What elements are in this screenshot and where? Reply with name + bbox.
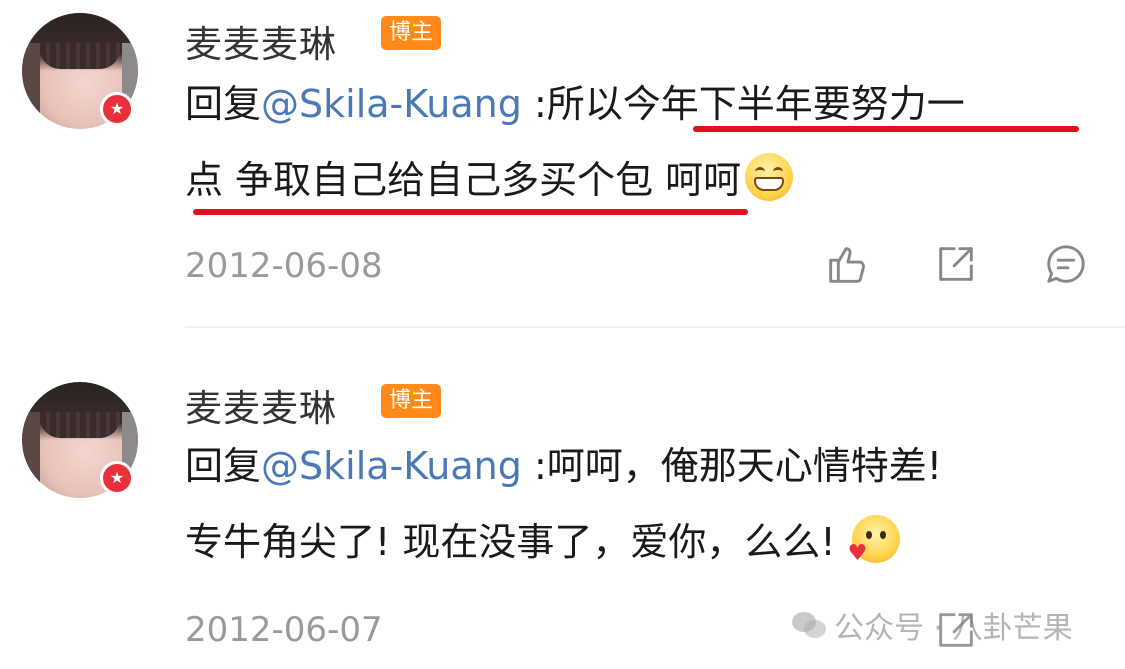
watermark: 公众号 · 八卦芒果: [792, 603, 1073, 647]
mention-link[interactable]: @Skila-Kuang: [261, 444, 522, 488]
divider: [185, 326, 1125, 328]
username[interactable]: 麦麦麦琳: [185, 378, 337, 432]
reply-prefix: 回复: [185, 82, 262, 126]
verified-badge-icon: ★: [100, 92, 134, 126]
wechat-icon: [792, 610, 828, 640]
comment-item: ★ 麦麦麦琳 博主 回复@Skila-Kuang :所以今年下半年要努力一 点 …: [0, 0, 1125, 325]
blogger-badge: 博主: [381, 16, 442, 50]
comment-date: 2012-06-07: [185, 610, 383, 650]
mention-link[interactable]: @Skila-Kuang: [261, 82, 522, 126]
watermark-text: 公众号 · 八卦芒果: [834, 611, 1073, 646]
reply-prefix: 回复: [185, 444, 262, 488]
username[interactable]: 麦麦麦琳: [185, 14, 337, 68]
red-underline-annotation: [193, 209, 748, 215]
comment-text: 回复@Skila-Kuang :所以今年下半年要努力一 点 争取自己给自己多买个…: [185, 66, 1085, 218]
thumbs-up-icon: [829, 247, 865, 283]
comment-text-line1: :呵呵，俺那天心情特差!: [521, 444, 942, 488]
share-icon: [939, 247, 973, 281]
like-button[interactable]: [820, 238, 872, 290]
verified-badge-icon: ★: [100, 461, 134, 495]
blogger-badge: 博主: [381, 384, 442, 418]
comment-button[interactable]: [1040, 238, 1092, 290]
share-button[interactable]: [930, 238, 982, 290]
grin-emoji-icon: [745, 153, 794, 201]
comment-text-line1: :所以今年下半年要努力一: [521, 82, 965, 126]
love-emoji-icon: ♥: [848, 515, 900, 565]
comment-text: 回复@Skila-Kuang :呵呵，俺那天心情特差! 专牛角尖了! 现在没事了…: [185, 428, 1085, 580]
red-underline-annotation: [693, 126, 1079, 132]
comment-text-line2: 专牛角尖了! 现在没事了，爱你，么么!: [185, 520, 848, 564]
comment-text-line2: 点 争取自己给自己多买个包 呵呵: [185, 158, 742, 202]
comment-icon: [1047, 245, 1085, 283]
comment-date: 2012-06-08: [185, 246, 383, 286]
